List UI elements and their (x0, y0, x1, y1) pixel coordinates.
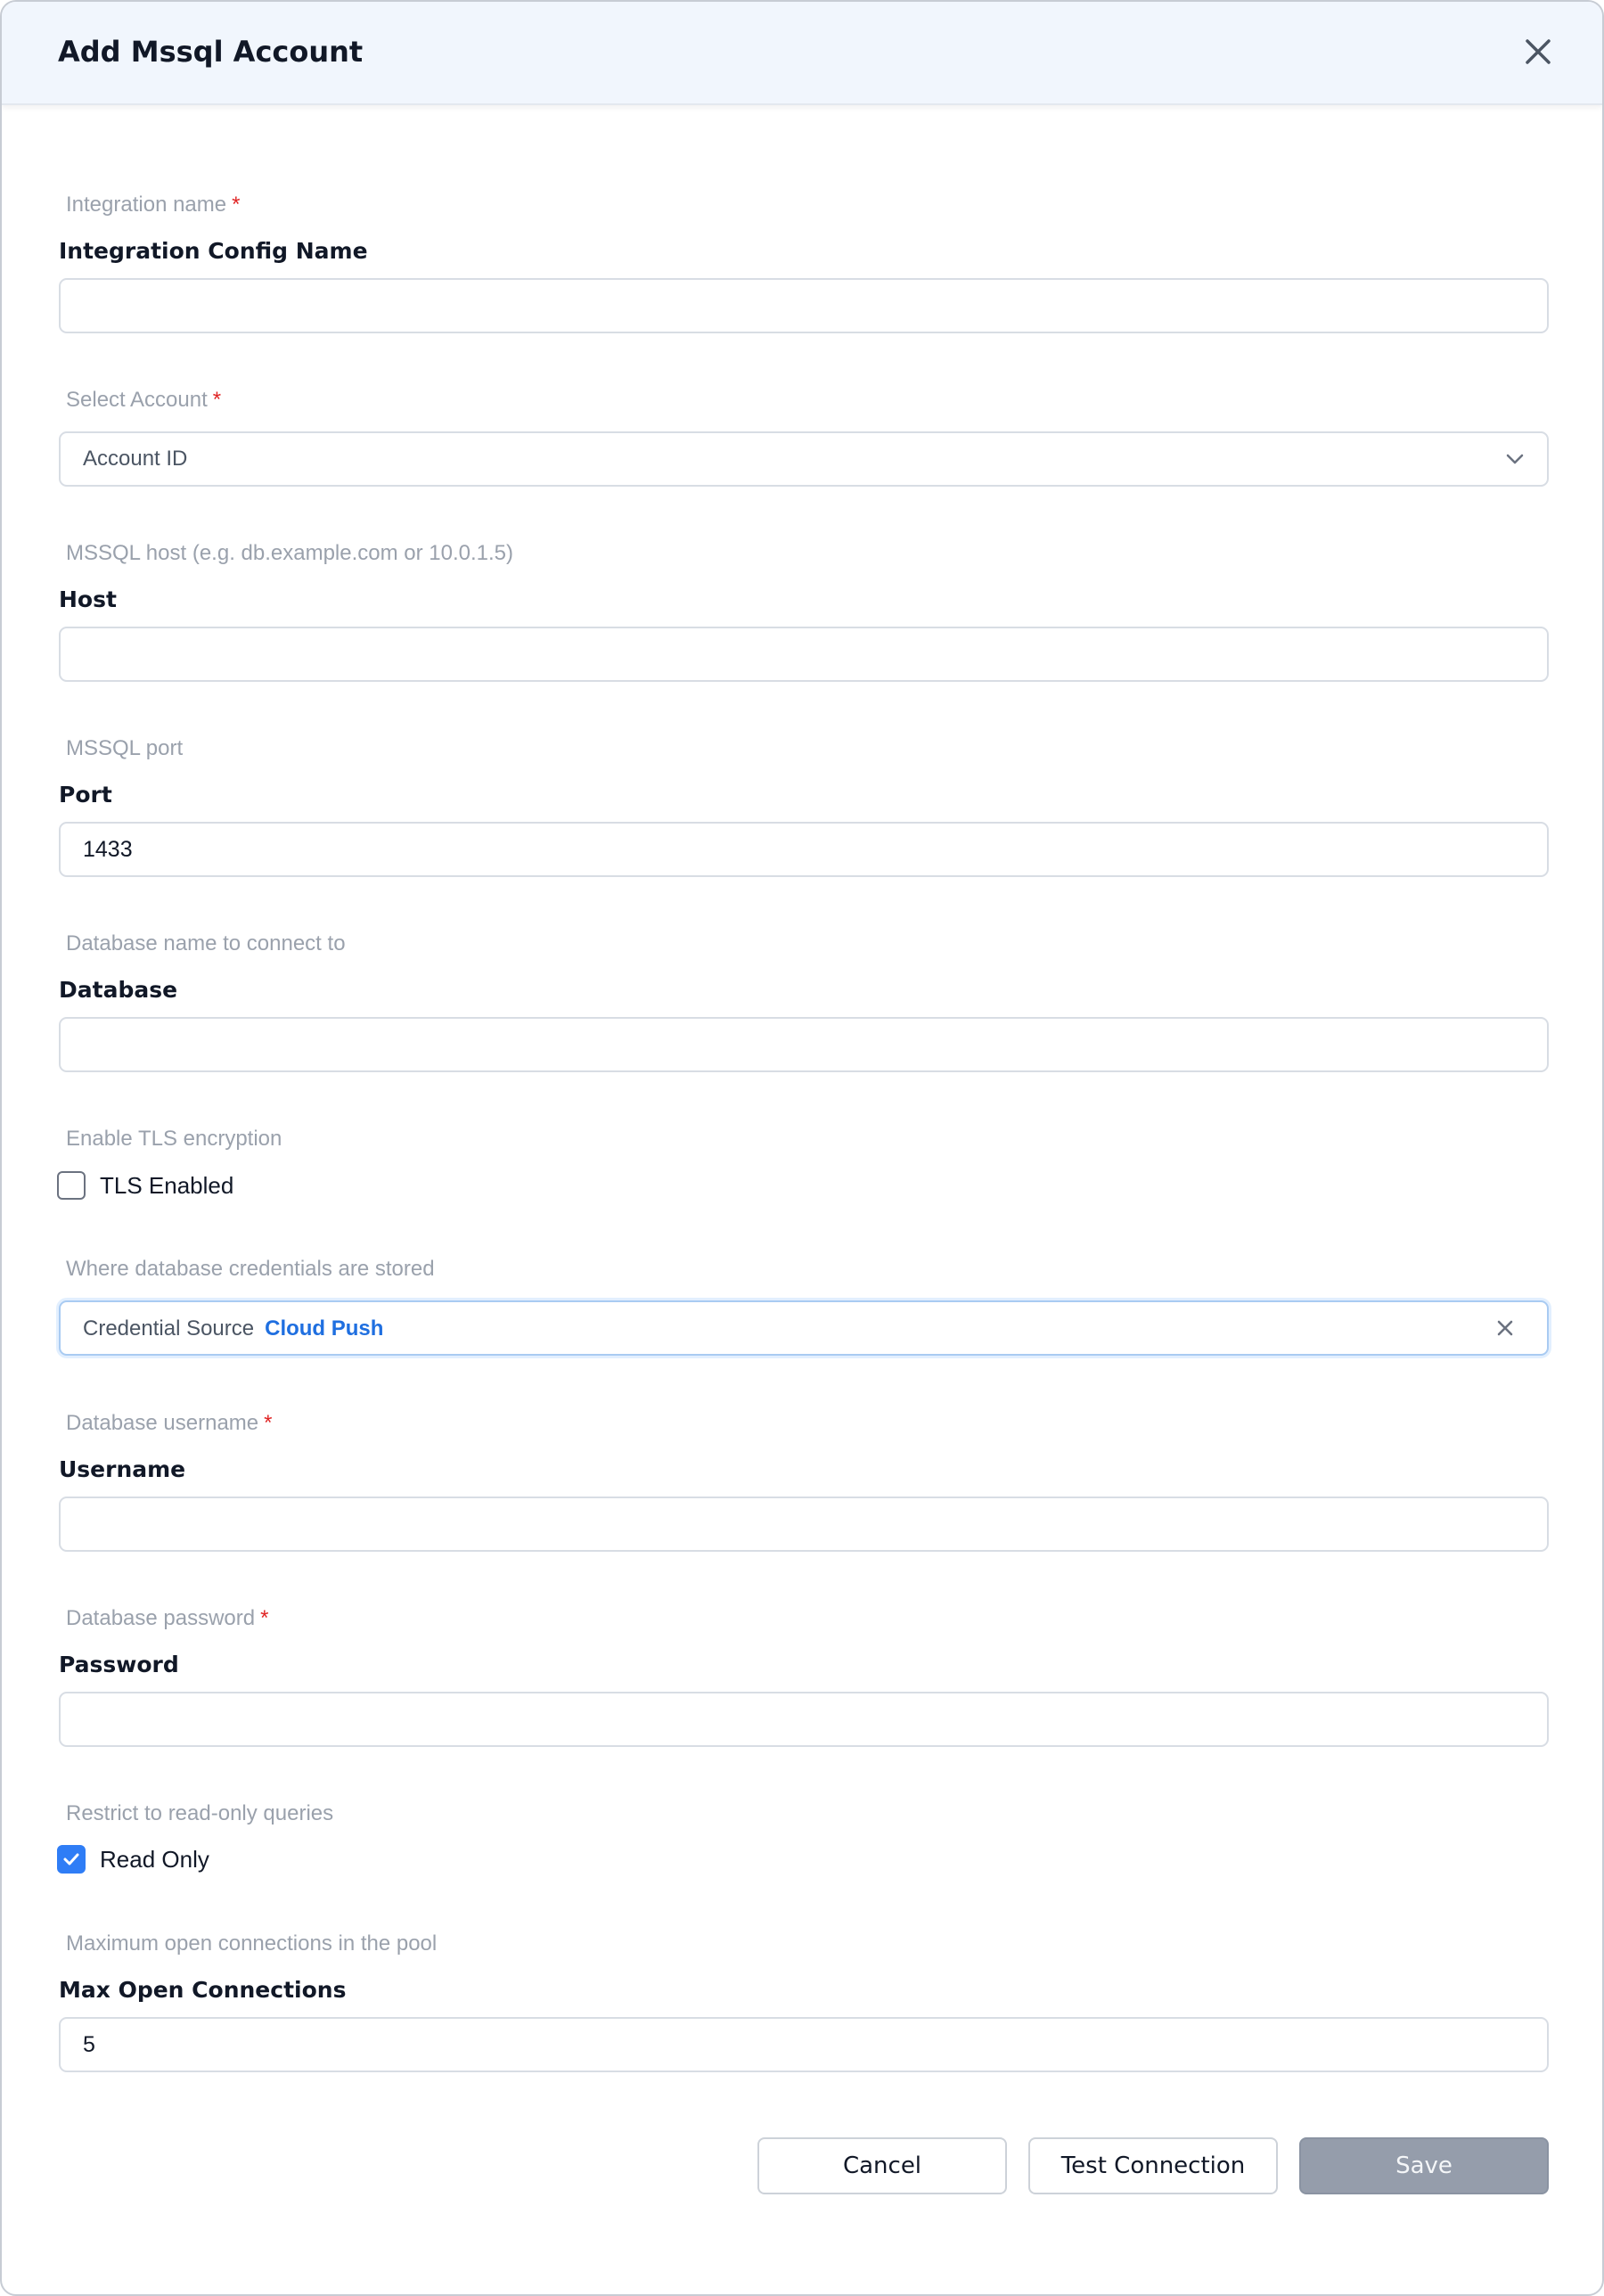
tls-checkbox-box[interactable] (57, 1171, 86, 1200)
required-mark: * (264, 1411, 273, 1435)
credential-source-value: Cloud Push (265, 1316, 384, 1341)
integration-name-hint: Integration name * (66, 193, 241, 217)
port-input[interactable] (59, 822, 1549, 877)
read-only-checkbox[interactable]: Read Only (57, 1845, 209, 1874)
credential-source-select[interactable]: Credential Source Cloud Push (59, 1300, 1549, 1356)
port-hint: MSSQL port (66, 736, 184, 760)
username-input[interactable] (59, 1496, 1549, 1552)
dialog-title: Add Mssql Account (58, 35, 364, 69)
integration-config-name-label: Integration Config Name (59, 238, 368, 264)
password-input[interactable] (59, 1692, 1549, 1747)
test-connection-button[interactable]: Test Connection (1028, 2137, 1278, 2194)
tls-enabled-checkbox[interactable]: TLS Enabled (57, 1171, 233, 1200)
database-input[interactable] (59, 1017, 1549, 1072)
tls-enabled-label: TLS Enabled (100, 1171, 234, 1199)
password-label: Password (59, 1652, 179, 1677)
host-label: Host (59, 586, 117, 612)
port-label: Port (59, 782, 112, 808)
check-icon (63, 1853, 79, 1866)
credential-source-content: Credential Source Cloud Push (83, 1316, 383, 1341)
select-account-hint: Select Account * (66, 388, 222, 412)
max-open-connections-hint: Maximum open connections in the pool (66, 1931, 438, 1956)
credential-source-hint: Where database credentials are stored (66, 1257, 435, 1281)
read-only-label: Read Only (100, 1845, 209, 1873)
close-icon (1526, 39, 1551, 64)
database-hint: Database name to connect to (66, 931, 346, 955)
username-hint: Database username * (66, 1411, 273, 1435)
max-open-connections-label: Max Open Connections (59, 1977, 347, 2003)
close-button[interactable] (1511, 25, 1565, 78)
integration-config-name-input[interactable] (59, 278, 1549, 333)
cancel-button[interactable]: Cancel (757, 2137, 1007, 2194)
chevron-down-icon (1506, 454, 1524, 464)
max-open-connections-input[interactable] (59, 2017, 1549, 2072)
required-mark: * (260, 1606, 269, 1630)
password-hint: Database password * (66, 1606, 269, 1630)
required-mark: * (212, 388, 222, 412)
dialog-header: Add Mssql Account (2, 2, 1602, 105)
clear-button[interactable] (1496, 1319, 1514, 1337)
clear-icon (1497, 1320, 1513, 1336)
read-only-hint: Restrict to read-only queries (66, 1801, 334, 1825)
username-label: Username (59, 1456, 186, 1482)
credential-source-key: Credential Source (83, 1316, 255, 1341)
account-select[interactable]: Account ID (59, 431, 1549, 487)
host-hint: MSSQL host (e.g. db.example.com or 10.0.… (66, 541, 514, 565)
host-input[interactable] (59, 627, 1549, 682)
tls-hint: Enable TLS encryption (66, 1127, 282, 1151)
read-only-checkbox-box[interactable] (57, 1845, 86, 1874)
database-label: Database (59, 977, 178, 1003)
account-select-value: Account ID (83, 447, 188, 471)
required-mark: * (232, 193, 241, 217)
save-button[interactable]: Save (1299, 2137, 1549, 2194)
add-account-dialog: Add Mssql Account Integration name * Inte… (0, 0, 1604, 2296)
